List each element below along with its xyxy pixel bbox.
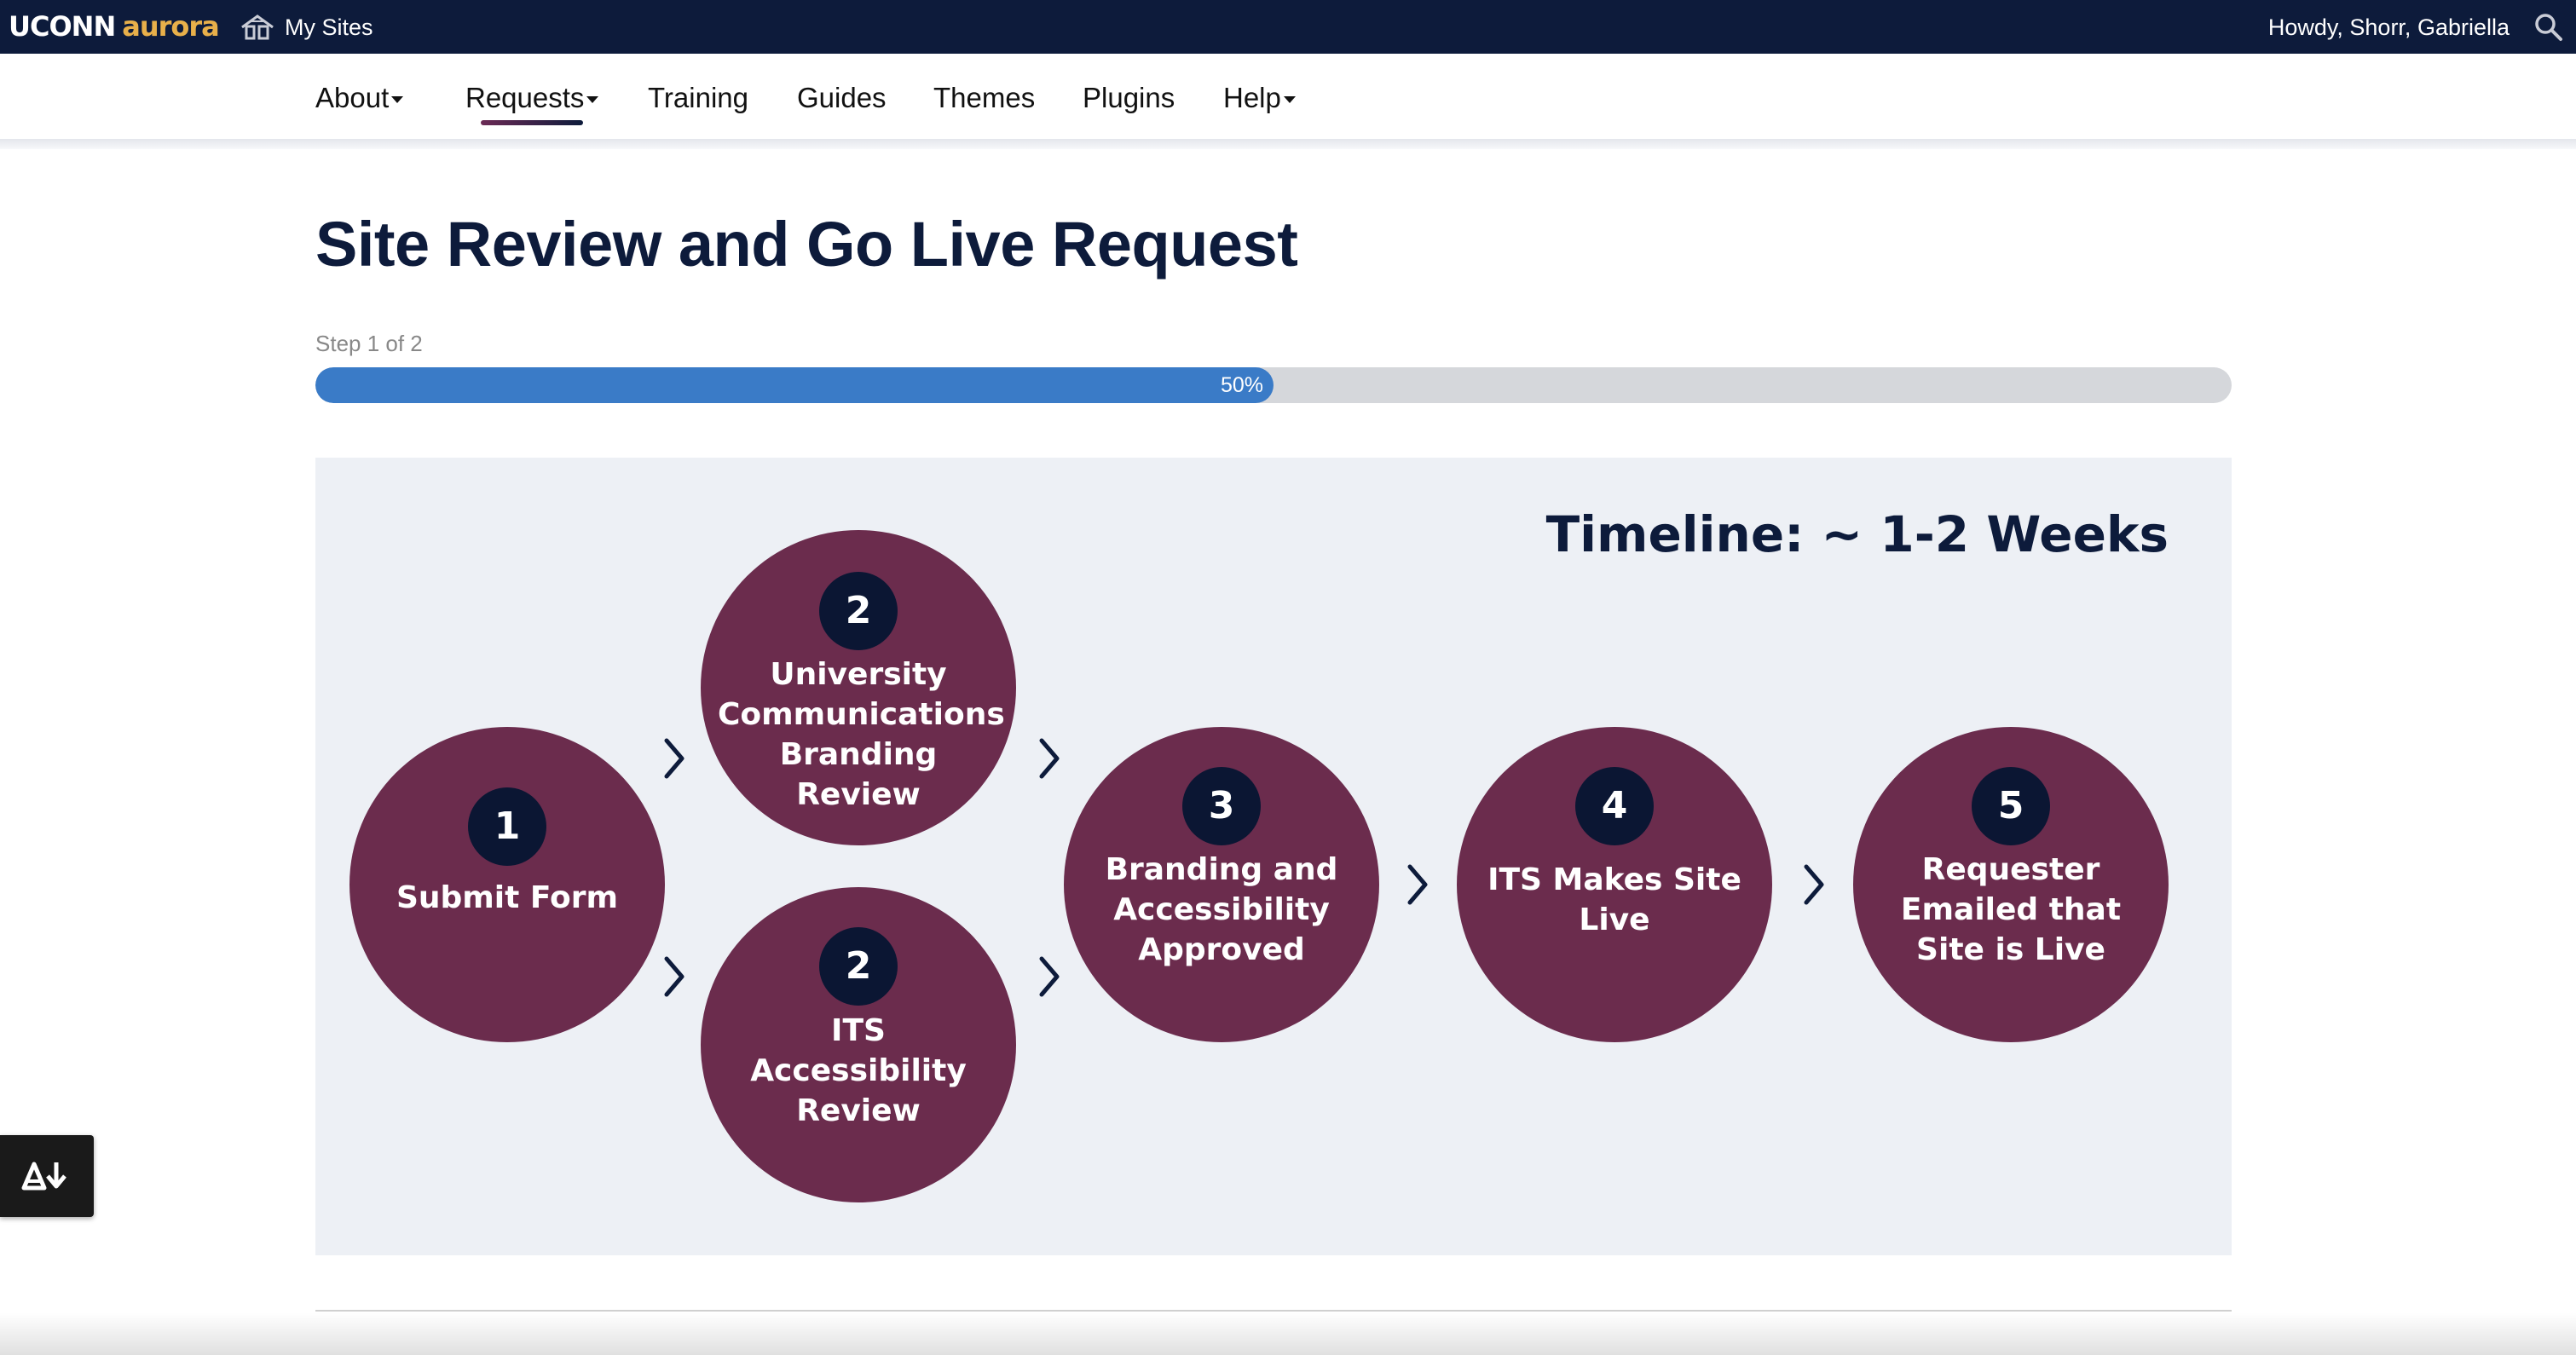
dropdown-caret-icon bbox=[391, 96, 404, 104]
step-circle-submit-form: 1 Submit Form bbox=[349, 727, 665, 1042]
nav-item-about[interactable]: About bbox=[315, 79, 404, 117]
nav-item-training[interactable]: Training bbox=[648, 79, 748, 117]
nav-shadow bbox=[0, 139, 2576, 149]
step-number-badge: 5 bbox=[1972, 767, 2050, 845]
step-label-line: Accessibility bbox=[750, 1053, 967, 1088]
section-divider bbox=[315, 1310, 2232, 1312]
progress-percent-label: 50% bbox=[1220, 373, 1263, 397]
step-label-line: Site is Live bbox=[1916, 932, 2105, 967]
step-label: Submit Form bbox=[367, 878, 648, 918]
step-label-line: Approved bbox=[1138, 932, 1305, 967]
timeline-heading: Timeline: ~ 1-2 Weeks bbox=[1545, 505, 2169, 563]
dropdown-caret-icon bbox=[586, 96, 599, 104]
nav-item-label: Help bbox=[1223, 82, 1281, 113]
step-label-line: Branding Review bbox=[779, 737, 938, 812]
my-sites-icon bbox=[241, 14, 274, 40]
process-timeline-graphic: Timeline: ~ 1-2 Weeks 1 Submit Form 2 Un… bbox=[315, 458, 2232, 1255]
search-button[interactable] bbox=[2533, 12, 2564, 43]
step-indicator: Step 1 of 2 bbox=[315, 331, 423, 356]
step-label-line: ITS bbox=[831, 1013, 886, 1048]
step-circle-site-live: 4 ITS Makes Site Live bbox=[1457, 727, 1772, 1042]
progress-fill: 50% bbox=[315, 367, 1274, 403]
step-circle-requester-emailed: 5 Requester Emailed that Site is Live bbox=[1853, 727, 2169, 1042]
step-number-badge: 1 bbox=[468, 787, 546, 866]
accessibility-download-button[interactable] bbox=[0, 1135, 94, 1217]
nav-item-themes[interactable]: Themes bbox=[933, 79, 1035, 117]
chevron-right-icon bbox=[1039, 738, 1060, 779]
logo-aurora-text: aurora bbox=[122, 10, 220, 43]
logo-uconn-text: UCONN bbox=[9, 10, 116, 43]
step-label-line: Accessibility bbox=[1113, 892, 1330, 927]
step-number-badge: 2 bbox=[819, 572, 898, 650]
bottom-shadow bbox=[0, 1312, 2576, 1355]
step-number-badge: 3 bbox=[1182, 767, 1261, 845]
step-label-line: Branding and bbox=[1105, 852, 1338, 887]
nav-item-label: About bbox=[315, 82, 390, 113]
nav-item-plugins[interactable]: Plugins bbox=[1083, 79, 1175, 117]
step-label-line: Emailed that bbox=[1900, 892, 2122, 927]
user-greeting[interactable]: Howdy, Shorr, Gabriella bbox=[2268, 11, 2510, 43]
chevron-right-icon bbox=[664, 738, 684, 779]
chevron-right-icon bbox=[1804, 864, 1824, 905]
step-label-line: Submit Form bbox=[396, 880, 619, 915]
chevron-right-icon bbox=[664, 956, 684, 997]
step-label-line: University bbox=[770, 657, 947, 692]
step-label-line: ITS Makes Site bbox=[1487, 862, 1741, 897]
step-label: ITS Makes Site Live bbox=[1474, 860, 1755, 940]
main-nav: About Requests Training Guides Themes Pl… bbox=[0, 54, 2576, 142]
dropdown-caret-icon bbox=[1283, 96, 1296, 104]
uconn-aurora-logo[interactable]: UCONN aurora bbox=[9, 10, 220, 43]
my-sites-label: My Sites bbox=[285, 14, 373, 40]
step-label: ITS Accessibility Review bbox=[718, 1011, 999, 1131]
nav-item-help[interactable]: Help bbox=[1223, 79, 1296, 117]
page-title: Site Review and Go Live Request bbox=[315, 209, 1298, 280]
step-number-badge: 2 bbox=[819, 927, 898, 1006]
my-sites-link[interactable]: My Sites bbox=[240, 11, 373, 43]
progress-bar: 50% bbox=[315, 367, 2232, 403]
step-circle-accessibility-review: 2 ITS Accessibility Review bbox=[701, 887, 1016, 1202]
step-circle-approved: 3 Branding and Accessibility Approved bbox=[1064, 727, 1379, 1042]
chevron-right-icon bbox=[1039, 956, 1060, 997]
chevron-right-icon bbox=[1407, 864, 1428, 905]
step-label-line: Communications bbox=[718, 697, 1005, 732]
step-label-line: Live bbox=[1579, 902, 1650, 937]
step-label: Requester Emailed that Site is Live bbox=[1870, 850, 2151, 970]
step-label: Branding and Accessibility Approved bbox=[1081, 850, 1362, 970]
step-label-line: Requester bbox=[1921, 852, 2100, 887]
step-number-badge: 4 bbox=[1575, 767, 1654, 845]
step-circle-branding-review: 2 University Communications Branding Rev… bbox=[701, 530, 1016, 845]
search-icon bbox=[2535, 14, 2562, 41]
accessibility-download-icon bbox=[21, 1162, 66, 1191]
nav-item-requests[interactable]: Requests bbox=[465, 79, 599, 117]
step-label-line: Review bbox=[796, 1093, 921, 1128]
active-nav-indicator bbox=[481, 120, 583, 125]
nav-item-label: Requests bbox=[465, 82, 585, 113]
nav-item-guides[interactable]: Guides bbox=[797, 79, 887, 117]
step-label: University Communications Branding Revie… bbox=[718, 654, 1005, 815]
admin-bar: UCONN aurora My Sites Howdy, Shorr, Gabri… bbox=[0, 0, 2576, 54]
